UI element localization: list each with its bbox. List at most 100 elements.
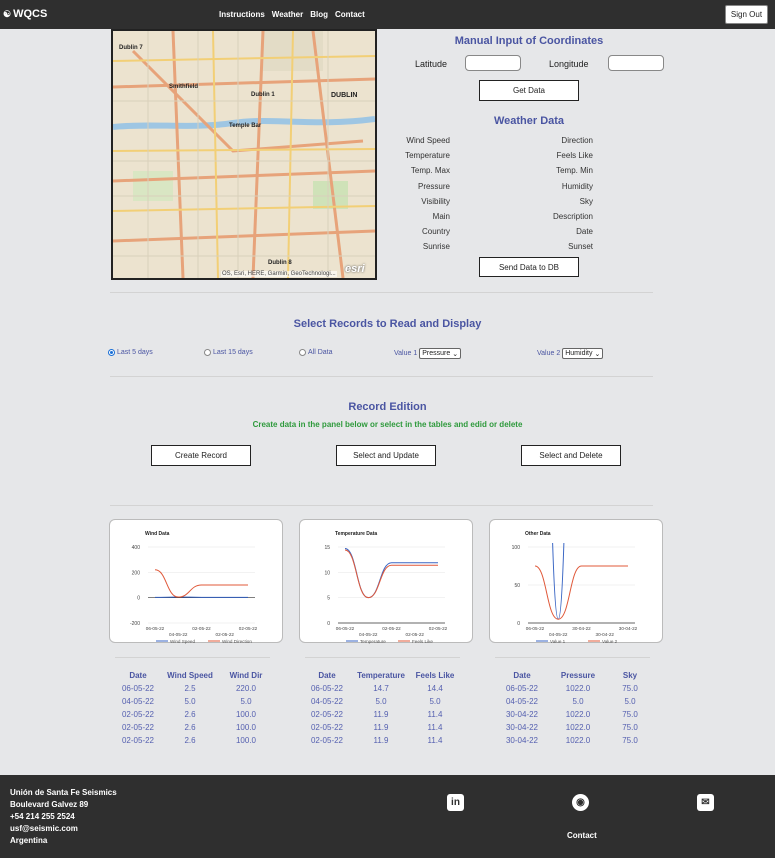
table-cell[interactable]: 04-05-22 (497, 697, 547, 706)
table-cell[interactable]: 06-05-22 (113, 684, 163, 693)
table-cell[interactable]: 75.0 (605, 736, 655, 745)
x-tick-label: 04-05-22 (549, 632, 568, 637)
divider (115, 657, 270, 658)
radio-dot[interactable] (204, 349, 211, 356)
x-tick-label: 06-05-22 (146, 626, 165, 631)
value1-select[interactable]: Pressure ⌄ (419, 348, 462, 359)
table-cell[interactable]: 75.0 (605, 684, 655, 693)
chevron-down-icon: ⌄ (594, 350, 601, 358)
table-cell[interactable]: 02-05-22 (113, 723, 163, 732)
table-cell[interactable]: 02-05-22 (113, 736, 163, 745)
map-label: DUBLIN (331, 92, 358, 99)
table-cell[interactable]: 1022.0 (553, 723, 603, 732)
table-cell[interactable]: 14.7 (356, 684, 406, 693)
table-cell[interactable]: 02-05-22 (302, 710, 352, 719)
table-cell[interactable]: 30-04-22 (497, 723, 547, 732)
divider (110, 376, 653, 377)
longitude-input[interactable] (608, 55, 664, 71)
value2-select[interactable]: Humidity ⌄ (562, 348, 604, 359)
chart-title: Temperature Data (335, 531, 377, 537)
get-data-button[interactable]: Get Data (479, 80, 579, 101)
legend-label: Wind Direction (222, 639, 252, 644)
series-line-1 (344, 548, 438, 599)
nav-link-weather[interactable]: Weather (272, 10, 303, 19)
nav-link-blog[interactable]: Blog (310, 10, 328, 19)
table-cell[interactable]: 100.0 (221, 710, 271, 719)
github-icon[interactable]: ◉ (572, 794, 589, 811)
brand[interactable]: ☯ WQCS (3, 8, 47, 20)
x-tick-label: 02-05-22 (192, 626, 211, 631)
table-cell[interactable]: 02-05-22 (113, 710, 163, 719)
table-cell[interactable]: 04-05-22 (302, 697, 352, 706)
x-tick-label: 02-05-22 (406, 632, 425, 637)
y-tick-label: 10 (324, 570, 330, 576)
table-cell[interactable]: 5.0 (165, 697, 215, 706)
table-cell[interactable]: 06-05-22 (302, 684, 352, 693)
table-cell[interactable]: 2.5 (165, 684, 215, 693)
map-tiles (113, 31, 375, 278)
table-cell[interactable]: 30-04-22 (497, 710, 547, 719)
table-header: Date (513, 671, 531, 680)
table-cell[interactable]: 14.4 (410, 684, 460, 693)
table-cell[interactable]: 11.4 (410, 736, 460, 745)
radio-dot[interactable] (108, 349, 115, 356)
linkedin-icon[interactable]: in (447, 794, 464, 811)
mail-icon[interactable]: ✉ (697, 794, 714, 811)
esri-logo: esri (345, 263, 365, 275)
map-label: Dublin 7 (119, 45, 143, 51)
navbar: ☯ WQCS Instructions Weather Blog Contact… (0, 0, 775, 29)
table-cell[interactable]: 100.0 (221, 736, 271, 745)
table-cell[interactable]: 5.0 (221, 697, 271, 706)
chevron-down-icon: ⌄ (452, 350, 459, 358)
latitude-input[interactable] (465, 55, 521, 71)
table-cell[interactable]: 75.0 (605, 710, 655, 719)
value2-label: Value 2 (537, 350, 561, 357)
y-tick-label: 15 (324, 545, 330, 551)
send-data-button[interactable]: Send Data to DB (479, 257, 579, 277)
nav-link-contact[interactable]: Contact (335, 10, 365, 19)
nav-link-instructions[interactable]: Instructions (219, 10, 265, 19)
table-cell[interactable]: 11.4 (410, 723, 460, 732)
table-cell[interactable]: 5.0 (356, 697, 406, 706)
table-cell[interactable]: 1022.0 (553, 710, 603, 719)
table-cell[interactable]: 100.0 (221, 723, 271, 732)
table-cell[interactable]: 5.0 (553, 697, 603, 706)
map-label: Dublin 1 (251, 92, 275, 98)
radio-last-5-days[interactable]: Last 5 days (108, 349, 153, 356)
radio-label: All Data (308, 349, 333, 356)
table-cell[interactable]: 2.6 (165, 723, 215, 732)
table-cell[interactable]: 02-05-22 (302, 736, 352, 745)
x-tick-label: 04-05-22 (359, 632, 378, 637)
radio-dot[interactable] (299, 349, 306, 356)
select-delete-button[interactable]: Select and Delete (521, 445, 621, 466)
table-cell[interactable]: 11.9 (356, 723, 406, 732)
table-cell[interactable]: 30-04-22 (497, 736, 547, 745)
table-cell[interactable]: 5.0 (605, 697, 655, 706)
wind-logo-icon: ☯ (3, 8, 12, 19)
footer-email: usf@seismic.com (10, 824, 78, 833)
table-cell[interactable]: 06-05-22 (497, 684, 547, 693)
chart-title: Wind Data (145, 531, 170, 537)
map-attribution: OS, Esri, HERE, Garmin, GeoTechnologi... (221, 271, 337, 277)
table-cell[interactable]: 11.9 (356, 710, 406, 719)
select-update-button[interactable]: Select and Update (336, 445, 436, 466)
table-cell[interactable]: 11.9 (356, 736, 406, 745)
table-cell[interactable]: 220.0 (221, 684, 271, 693)
radio-last-15-days[interactable]: Last 15 days (204, 349, 253, 356)
radio-all-data[interactable]: All Data (299, 349, 333, 356)
footer-contact[interactable]: Contact (567, 831, 597, 840)
sign-out-button[interactable]: Sign Out (725, 5, 768, 24)
table-cell[interactable]: 11.4 (410, 710, 460, 719)
table-cell[interactable]: 5.0 (410, 697, 460, 706)
table-cell[interactable]: 2.6 (165, 710, 215, 719)
table-cell[interactable]: 04-05-22 (113, 697, 163, 706)
table-cell[interactable]: 1022.0 (553, 684, 603, 693)
map-view[interactable]: Dublin 7 Smithfield Dublin 1 DUBLIN Temp… (111, 29, 377, 280)
value1-control: Value 1 Pressure ⌄ (394, 348, 462, 359)
table-cell[interactable]: 75.0 (605, 723, 655, 732)
table-cell[interactable]: 1022.0 (553, 736, 603, 745)
weather-field-label: Description (552, 212, 593, 221)
create-record-button[interactable]: Create Record (151, 445, 251, 466)
table-cell[interactable]: 2.6 (165, 736, 215, 745)
table-cell[interactable]: 02-05-22 (302, 723, 352, 732)
